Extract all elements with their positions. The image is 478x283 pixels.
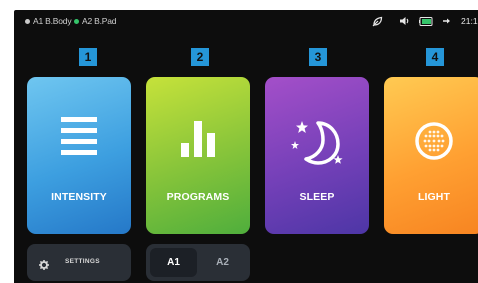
device-status-a2: A2 B.Pad (74, 16, 117, 26)
device-label: A2 B.Pad (82, 16, 117, 26)
device-selector: A1 A2 (146, 244, 250, 281)
tile-number-badge: 3 (309, 48, 327, 66)
tile-label: SLEEP (299, 191, 335, 203)
device-dot-icon (74, 18, 79, 24)
tile-number-badge: 1 (79, 48, 97, 66)
chart-icon (146, 121, 250, 157)
settings-label: SETTINGS (65, 258, 100, 265)
device-status-a1: A1 B.Body (25, 16, 72, 26)
bluetooth-icon (442, 15, 451, 27)
device-option-a1[interactable]: A1 (150, 248, 197, 277)
leaf-icon (372, 15, 383, 27)
programs-tile[interactable]: PROGRAMS (146, 77, 250, 234)
tile-label: PROGRAMS (166, 191, 230, 203)
device-dot-icon (25, 18, 30, 24)
battery-icon (419, 15, 433, 27)
gear-icon (39, 257, 49, 275)
intensity-tile[interactable]: INTENSITY (27, 77, 131, 234)
status-bar: A1 B.Body A2 B.Pad 21:1 (14, 10, 478, 34)
status-time: 21:1 (461, 16, 478, 26)
settings-button[interactable]: SETTINGS (27, 244, 131, 281)
tile-label: INTENSITY (51, 191, 107, 203)
tile-number-badge: 2 (191, 48, 209, 66)
bars-icon (27, 117, 131, 155)
device-label: A1 B.Body (33, 16, 72, 26)
light-tile[interactable]: LIGHT (384, 77, 478, 234)
device-option-a2[interactable]: A2 (199, 248, 246, 277)
home-screen: A1 B.Body A2 B.Pad 21:1 1 2 3 4 INTENSIT… (14, 10, 478, 283)
moon-stars-icon (265, 117, 369, 167)
sleep-tile[interactable]: SLEEP (265, 77, 369, 234)
tile-label: LIGHT (418, 191, 450, 203)
light-dots-icon (384, 121, 478, 161)
volume-icon[interactable] (399, 15, 411, 27)
tile-number-badge: 4 (426, 48, 444, 66)
